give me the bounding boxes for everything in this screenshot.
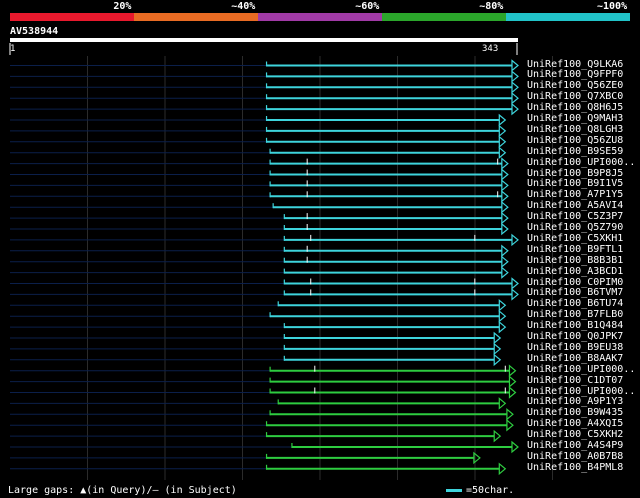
percent-label: ~40%	[231, 1, 256, 12]
hit-arrow	[508, 364, 517, 377]
header-segment	[506, 13, 630, 21]
hit-arrow	[506, 418, 514, 432]
header-segment	[382, 13, 506, 21]
header-segment	[134, 13, 258, 21]
hit-label[interactable]: UniRef100_UPI000..	[527, 364, 635, 375]
hit-arrow	[511, 102, 519, 116]
hit-arrow	[501, 190, 509, 203]
hit-arrow	[511, 70, 519, 83]
hit-label[interactable]: UniRef100_B6TVM7	[527, 288, 623, 298]
gap-legend: Large gaps: ▲(in Query)/— (in Subject)	[8, 485, 237, 496]
hit-arrow	[508, 386, 517, 399]
query-name: AV538944	[10, 26, 59, 37]
hit-arrow	[498, 146, 507, 159]
hit-arrow	[511, 233, 519, 247]
hit-arrow	[498, 397, 507, 410]
query-start: 1	[10, 44, 16, 54]
hit-arrow	[501, 179, 509, 192]
hit-arrow	[498, 113, 507, 127]
percent-label: ~60%	[355, 1, 380, 12]
hit-label[interactable]: UniRef100_C5XKH2	[527, 430, 623, 440]
hit-label[interactable]: UniRef100_Q9MAH3	[527, 114, 623, 124]
hit-arrow	[511, 277, 519, 290]
hit-arrow	[498, 299, 507, 312]
hit-label[interactable]: UniRef100_Q9FPF0	[527, 70, 623, 80]
hit-arrow	[501, 168, 509, 181]
hit-label[interactable]: UniRef100_B4PML8	[527, 462, 623, 473]
hit-arrow	[498, 320, 507, 334]
hit-label[interactable]: UniRef100_A4S4P9	[527, 441, 623, 451]
hit-arrow	[501, 157, 509, 170]
header-segment	[10, 13, 134, 21]
hit-label[interactable]: UniRef100_Q8H6J5	[527, 103, 623, 113]
hit-label[interactable]: UniRef100_B8B3B1	[527, 255, 623, 266]
hit-label[interactable]: UniRef100_B9SE59	[527, 146, 623, 157]
hit-label[interactable]: UniRef100_B1Q484	[527, 321, 623, 331]
percent-label: ~100%	[597, 1, 628, 12]
hit-arrow	[501, 255, 509, 268]
hit-label[interactable]: UniRef100_UPI000..	[527, 157, 635, 168]
hit-arrow	[501, 244, 509, 258]
hit-label[interactable]: UniRef100_Q56ZE0	[527, 81, 623, 91]
hit-label[interactable]: UniRef100_Q9LKA6	[527, 59, 623, 70]
percent-label: ~80%	[479, 1, 504, 12]
hit-arrow	[511, 288, 519, 301]
hit-label[interactable]: UniRef100_B9W435	[527, 408, 623, 418]
hit-label[interactable]: UniRef100_C0PIM0	[527, 277, 623, 288]
hit-label[interactable]: UniRef100_B9EU38	[527, 342, 623, 353]
hit-arrow	[508, 375, 517, 388]
hit-arrow	[511, 440, 519, 454]
hit-label[interactable]: UniRef100_A0B7B8	[527, 451, 623, 462]
hit-arrow	[506, 408, 514, 421]
hit-arrow	[501, 200, 509, 214]
hit-arrow	[501, 211, 509, 225]
hit-label[interactable]: UniRef100_C1DT07	[527, 375, 623, 386]
hit-arrow	[511, 91, 519, 105]
hit-label[interactable]: UniRef100_A3BCD1	[527, 266, 623, 277]
percent-label: 20%	[113, 1, 132, 12]
hit-label[interactable]: UniRef100_A4XQI5	[527, 419, 623, 429]
hit-arrow	[493, 342, 502, 356]
hit-label[interactable]: UniRef100_B9FTL1	[527, 244, 623, 255]
hit-label[interactable]: UniRef100_B8AAK7	[527, 353, 623, 364]
hit-arrow	[498, 309, 507, 323]
hit-label[interactable]: UniRef100_C5Z3P7	[527, 212, 623, 222]
hit-label[interactable]: UniRef100_B6TU74	[527, 299, 623, 309]
hit-arrow	[493, 353, 502, 367]
hit-label[interactable]: UniRef100_A7P1Y5	[527, 190, 623, 200]
scale-legend: =50char.	[466, 485, 515, 496]
query-bar	[10, 38, 518, 42]
hit-label[interactable]: UniRef100_Q8LGH3	[527, 124, 623, 135]
hit-arrow	[501, 266, 509, 279]
query-end: 343	[482, 44, 499, 54]
hit-arrow	[511, 81, 519, 94]
hit-arrow	[493, 429, 502, 443]
hit-label[interactable]: UniRef100_A5AVI4	[527, 201, 623, 211]
hit-arrow	[501, 222, 509, 236]
hit-label[interactable]: UniRef100_Q7XBC0	[527, 92, 623, 102]
header-segment	[258, 13, 382, 21]
hit-arrow	[511, 59, 519, 72]
hit-label[interactable]: UniRef100_C5XKH1	[527, 233, 623, 244]
scale-bar	[446, 489, 462, 492]
hit-label[interactable]: UniRef100_Q0JPK7	[527, 332, 623, 342]
hit-label[interactable]: UniRef100_UPI000..	[527, 386, 635, 397]
hit-label[interactable]: UniRef100_B7FLB0	[527, 310, 623, 320]
hit-label[interactable]: UniRef100_Q5Z790	[527, 223, 623, 233]
hit-label[interactable]: UniRef100_B9P8J5	[527, 168, 623, 179]
hit-label[interactable]: UniRef100_A9P1Y3	[527, 397, 623, 407]
hit-arrow	[498, 124, 507, 138]
hit-arrow	[498, 135, 507, 149]
hit-arrow	[493, 331, 502, 345]
hit-arrow	[498, 462, 507, 476]
hit-label[interactable]: UniRef100_B9I1V5	[527, 179, 623, 189]
hit-label[interactable]: UniRef100_Q56ZU8	[527, 135, 623, 146]
